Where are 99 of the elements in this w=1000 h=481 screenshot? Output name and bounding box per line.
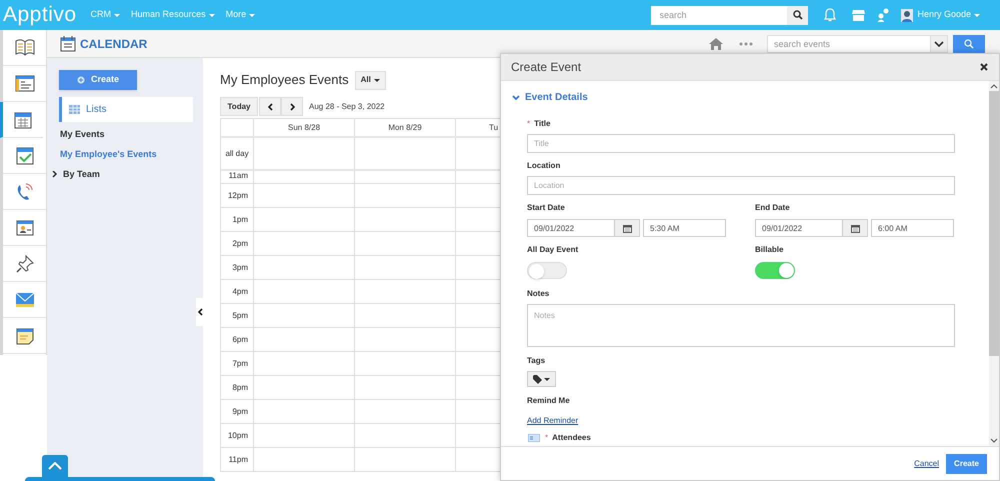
store-icon bbox=[852, 8, 866, 22]
toggle-switch[interactable] bbox=[527, 262, 567, 279]
calendar-button[interactable] bbox=[843, 219, 868, 237]
close-button[interactable] bbox=[979, 62, 989, 72]
time-label: 2pm bbox=[221, 232, 254, 255]
chevron-down-icon bbox=[934, 40, 944, 46]
collapse-button[interactable] bbox=[196, 298, 204, 326]
input-field[interactable]: Notes bbox=[527, 304, 955, 347]
chevron-left-icon bbox=[268, 102, 272, 110]
chevron-right-icon bbox=[290, 102, 294, 110]
field-label: All Day Event bbox=[527, 244, 578, 256]
scroll-up-button[interactable] bbox=[42, 455, 68, 477]
contact-card-icon bbox=[528, 434, 540, 442]
sidebar-link[interactable]: My Events bbox=[60, 127, 105, 142]
calendar-icon bbox=[850, 224, 860, 232]
time-label: 8pm bbox=[221, 376, 254, 399]
search-field[interactable]: search bbox=[651, 6, 788, 24]
date-range: Aug 28 - Sep 3, 2022 bbox=[309, 100, 385, 112]
dialog-title: Create Event bbox=[511, 59, 582, 76]
caret-icon bbox=[544, 378, 550, 380]
required-mark: * bbox=[545, 432, 548, 444]
field-label: End Date bbox=[755, 202, 790, 214]
input-field[interactable]: Title bbox=[527, 134, 955, 153]
pushpin-icon bbox=[14, 252, 36, 274]
time-label: all day bbox=[221, 138, 254, 169]
time-label: 7pm bbox=[221, 352, 254, 375]
time-label: 11am bbox=[221, 171, 254, 183]
form-icon bbox=[14, 72, 36, 94]
time-label: 6pm bbox=[221, 328, 254, 351]
caret-icon bbox=[208, 14, 215, 16]
chevron-down-icon bbox=[990, 438, 998, 443]
input-field[interactable]: Location bbox=[527, 176, 955, 195]
field-label: Attendees bbox=[552, 432, 591, 444]
field-label: Notes bbox=[527, 288, 550, 300]
time-label: 3pm bbox=[221, 256, 254, 279]
search-icon bbox=[792, 10, 803, 20]
scrollbar[interactable] bbox=[989, 81, 999, 446]
close-icon bbox=[980, 63, 988, 71]
column-header: Mon 8/29 bbox=[355, 119, 456, 136]
input-field[interactable]: 09/01/2022 bbox=[755, 219, 843, 237]
chevron-right-icon bbox=[52, 171, 58, 178]
sidebar-link[interactable]: My Employee's Events bbox=[60, 147, 157, 162]
input-field[interactable]: 6:00 AM bbox=[871, 219, 954, 237]
field-label: Billable bbox=[755, 244, 784, 256]
time-label: 12pm bbox=[221, 184, 254, 207]
toggle-switch[interactable] bbox=[755, 262, 795, 279]
input-field[interactable]: 5:30 AM bbox=[643, 219, 726, 237]
bell-icon bbox=[824, 8, 836, 22]
search-field[interactable]: search events bbox=[767, 34, 931, 52]
required-mark: * bbox=[527, 118, 530, 130]
page-title: CALENDAR bbox=[80, 36, 148, 52]
next-button[interactable] bbox=[281, 97, 303, 116]
chevron-left-icon bbox=[198, 308, 202, 316]
rail-item[interactable] bbox=[0, 102, 43, 138]
chevron-down-icon bbox=[512, 94, 520, 100]
calendar-title: My Employees Events bbox=[220, 71, 349, 90]
more-dots-icon bbox=[739, 42, 753, 46]
field-label: Tags bbox=[527, 355, 546, 367]
home-icon bbox=[709, 37, 723, 50]
tag-icon bbox=[533, 374, 542, 384]
lists-label: Lists bbox=[86, 103, 107, 117]
time-label: 10pm bbox=[221, 424, 254, 447]
caret-icon bbox=[114, 14, 120, 16]
add-reminder-link[interactable]: Add Reminder bbox=[527, 415, 578, 427]
calendar-button[interactable] bbox=[615, 219, 640, 237]
filter-dropdown[interactable]: All bbox=[354, 70, 386, 90]
time-label: 1pm bbox=[221, 208, 254, 231]
table-icon bbox=[69, 105, 80, 114]
time-label: 9pm bbox=[221, 400, 254, 423]
section-toggle[interactable]: Event Details bbox=[512, 90, 588, 105]
time-label: 4pm bbox=[221, 280, 254, 303]
prev-button[interactable] bbox=[259, 97, 281, 116]
calendar-icon bbox=[60, 35, 76, 52]
input-field[interactable]: 09/01/2022 bbox=[527, 219, 615, 237]
caret-icon bbox=[249, 14, 256, 16]
search-icon bbox=[964, 38, 974, 48]
field-label: Title bbox=[534, 118, 550, 130]
tree-toggle[interactable]: By Team bbox=[52, 167, 100, 182]
people-icon bbox=[877, 8, 890, 22]
avatar-icon bbox=[901, 8, 914, 22]
time-label: 11pm bbox=[221, 448, 254, 471]
field-label: Location bbox=[527, 160, 560, 172]
chevron-up-icon bbox=[48, 462, 62, 470]
cancel-link[interactable]: Cancel bbox=[914, 458, 939, 470]
caret-icon bbox=[974, 14, 980, 16]
plus-circle-icon bbox=[76, 76, 85, 84]
field-label: Start Date bbox=[527, 202, 565, 214]
chevron-up-icon bbox=[990, 84, 998, 89]
caret-icon bbox=[374, 78, 380, 82]
task-check-icon bbox=[14, 144, 36, 166]
tags-dropdown[interactable] bbox=[527, 371, 556, 387]
column-header: Sun 8/28 bbox=[254, 119, 355, 136]
today-button[interactable]: Today bbox=[220, 97, 258, 116]
field-label: Remind Me bbox=[527, 395, 570, 407]
time-label: 5pm bbox=[221, 304, 254, 327]
calendar-icon bbox=[622, 224, 632, 232]
dropdown-button[interactable] bbox=[931, 34, 948, 52]
search-button[interactable] bbox=[787, 6, 808, 24]
book-icon bbox=[14, 36, 36, 58]
